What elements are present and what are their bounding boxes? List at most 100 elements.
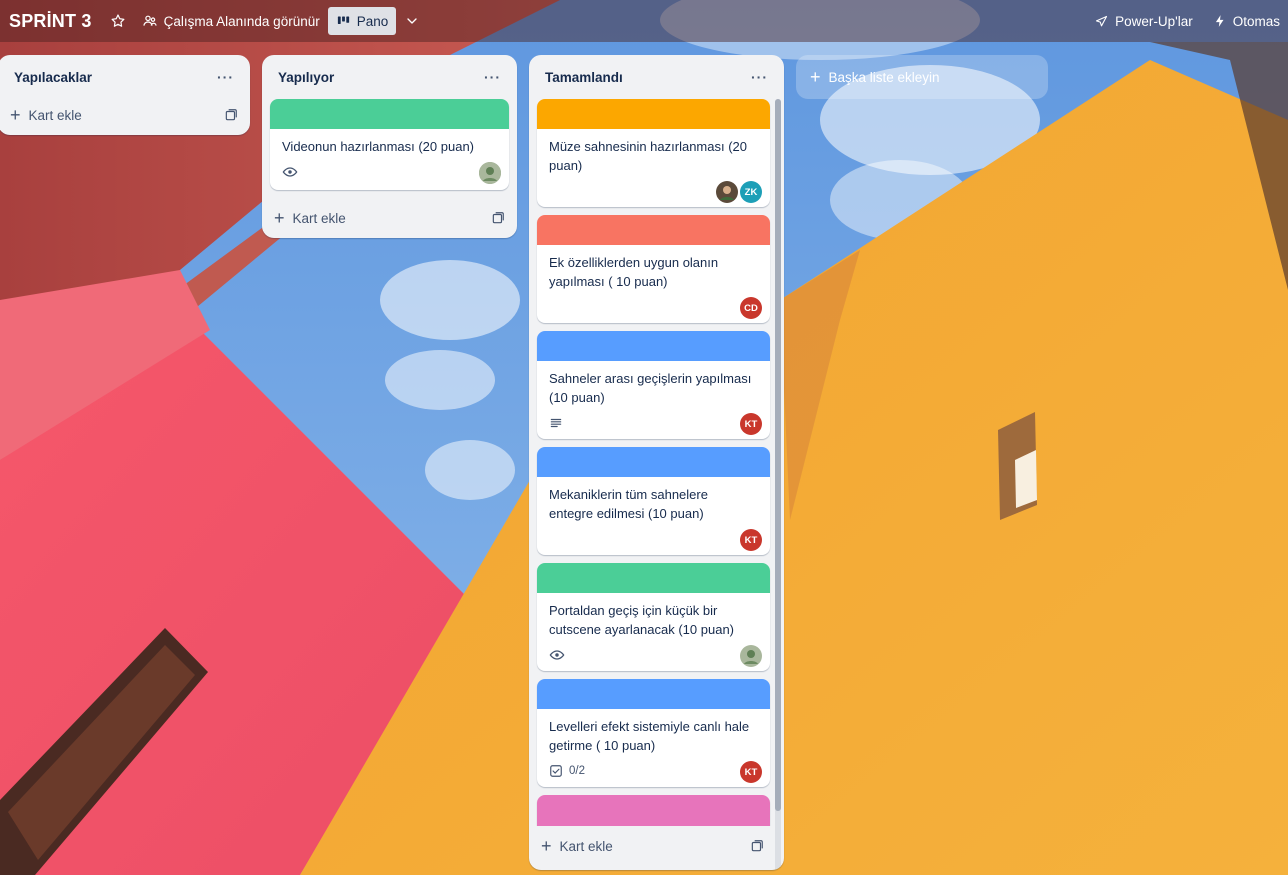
card-template-button[interactable] — [224, 108, 238, 122]
automation-button[interactable]: Otomas — [1205, 7, 1288, 35]
list-menu-button[interactable]: ··· — [747, 69, 772, 85]
add-list-label: Başka liste ekleyin — [828, 69, 940, 85]
card-body: Mekaniklerin tüm sahnelere entegre edilm… — [537, 477, 770, 555]
star-icon — [111, 14, 125, 27]
card[interactable] — [537, 795, 770, 826]
board-view-icon — [337, 16, 349, 24]
star-button[interactable] — [102, 7, 134, 35]
member-avatar[interactable] — [740, 645, 762, 667]
board-header: SPRİNT 3 Çalışma Alanında görünür Pano P… — [0, 0, 1288, 42]
board-view-label: Pano — [356, 13, 389, 29]
member-avatar[interactable]: KT — [740, 413, 762, 435]
card-members: KT — [740, 761, 762, 783]
card-title: Müze sahnesinin hazırlanması (20 puan) — [549, 139, 747, 173]
card[interactable]: Levelleri efekt sistemiyle canlı hale ge… — [537, 679, 770, 787]
card-badges — [282, 162, 501, 182]
card-cover — [537, 99, 770, 129]
visibility-button[interactable]: Çalışma Alanında görünür — [134, 7, 328, 35]
card-title: Mekaniklerin tüm sahnelere entegre edilm… — [549, 487, 708, 521]
card-badges — [549, 645, 762, 665]
list-in-progress: Yapılıyor ··· Videonun hazırlanması (20 … — [262, 55, 517, 238]
header-actions: Power-Up'lar Otomas — [1086, 7, 1288, 35]
card-title: Videonun hazırlanması (20 puan) — [282, 139, 474, 154]
plus-icon: + — [810, 66, 821, 87]
card-members: ZK — [716, 181, 762, 203]
card-members: KT — [740, 413, 762, 435]
list-header: Yapılacaklar ··· — [0, 55, 250, 99]
card-body: Müze sahnesinin hazırlanması (20 puan) Z… — [537, 129, 770, 207]
board-title[interactable]: SPRİNT 3 — [0, 11, 102, 32]
list-todo: Yapılacaklar ··· + Kart ekle — [0, 55, 250, 135]
member-avatar[interactable]: CD — [740, 297, 762, 319]
card[interactable]: Portaldan geçiş için küçük bir cutscene … — [537, 563, 770, 671]
card-title: Portaldan geçiş için küçük bir cutscene … — [549, 603, 735, 637]
card-cover — [537, 331, 770, 361]
card[interactable]: Mekaniklerin tüm sahnelere entegre edilm… — [537, 447, 770, 555]
card-cover — [270, 99, 509, 129]
checklist-count: 0/2 — [569, 765, 585, 777]
card[interactable]: Sahneler arası geçişlerin yapılması (10 … — [537, 331, 770, 439]
card-cover — [537, 563, 770, 593]
card-template-button[interactable] — [491, 211, 505, 225]
card-title: Levelleri efekt sistemiyle canlı hale ge… — [549, 719, 750, 753]
list-done: Tamamlandı ··· Müze sahnesinin hazırlanm… — [529, 55, 784, 870]
list-scrollbar[interactable] — [775, 99, 781, 870]
avatar-photo-icon — [479, 162, 501, 184]
card[interactable]: Videonun hazırlanması (20 puan) — [270, 99, 509, 190]
checklist-icon — [550, 765, 562, 777]
add-card-button[interactable]: + Kart ekle — [274, 209, 346, 227]
list-title[interactable]: Tamamlandı — [545, 70, 623, 85]
plus-icon: + — [274, 208, 285, 228]
card-badges: 0/2 — [549, 761, 762, 781]
card-members: KT — [740, 529, 762, 551]
view-switcher-button[interactable] — [396, 7, 428, 35]
lightning-icon — [1215, 15, 1224, 27]
card-scroll-area[interactable]: Müze sahnesinin hazırlanması (20 puan) Z… — [529, 99, 784, 826]
board-view-button[interactable]: Pano — [327, 7, 397, 35]
card-members — [479, 162, 501, 184]
card-body: Levelleri efekt sistemiyle canlı hale ge… — [537, 709, 770, 787]
powerups-label: Power-Up'lar — [1115, 13, 1193, 29]
list-title[interactable]: Yapılacaklar — [14, 70, 92, 85]
list-header: Yapılıyor ··· — [262, 55, 517, 99]
card-cover — [537, 215, 770, 245]
plus-icon: + — [10, 105, 21, 125]
card[interactable]: Ek özelliklerden uygun olanın yapılması … — [537, 215, 770, 323]
list-menu-button[interactable]: ··· — [480, 69, 505, 85]
member-avatar[interactable] — [479, 162, 501, 184]
list-footer: + Kart ekle — [262, 198, 517, 238]
add-card-button[interactable]: + Kart ekle — [541, 837, 613, 855]
list-footer: + Kart ekle — [529, 826, 784, 866]
card-title: Sahneler arası geçişlerin yapılması (10 … — [549, 371, 752, 405]
member-avatar[interactable]: KT — [740, 761, 762, 783]
add-card-label: Kart ekle — [559, 838, 613, 854]
template-icon — [492, 212, 504, 224]
plus-icon: + — [541, 836, 552, 856]
member-avatar[interactable]: ZK — [740, 181, 762, 203]
eye-icon — [282, 167, 298, 177]
card-members — [740, 645, 762, 667]
add-list-button[interactable]: + Başka liste ekleyin — [796, 55, 1048, 99]
card-body: Ek özelliklerden uygun olanın yapılması … — [537, 245, 770, 323]
card-cover — [537, 679, 770, 709]
card-template-button[interactable] — [750, 839, 764, 853]
powerups-button[interactable]: Power-Up'lar — [1086, 7, 1201, 35]
avatar-photo-icon — [716, 181, 738, 203]
template-icon — [751, 840, 763, 852]
card[interactable]: Müze sahnesinin hazırlanması (20 puan) Z… — [537, 99, 770, 207]
chevron-down-icon — [407, 18, 417, 24]
avatar-photo-icon — [740, 645, 762, 667]
add-card-label: Kart ekle — [292, 210, 346, 226]
add-card-button[interactable]: + Kart ekle — [10, 106, 82, 124]
member-avatar[interactable]: KT — [740, 529, 762, 551]
card-list: Müze sahnesinin hazırlanması (20 puan) Z… — [529, 99, 776, 826]
visibility-label: Çalışma Alanında görünür — [163, 13, 320, 29]
list-menu-button[interactable]: ··· — [213, 69, 238, 85]
template-icon — [225, 109, 237, 121]
list-scrollbar-thumb[interactable] — [775, 99, 781, 811]
card-members: CD — [740, 297, 762, 319]
list-title[interactable]: Yapılıyor — [278, 70, 334, 85]
card-title: Ek özelliklerden uygun olanın yapılması … — [549, 255, 719, 289]
member-avatar[interactable] — [716, 181, 738, 203]
automation-label: Otomas — [1232, 13, 1280, 29]
